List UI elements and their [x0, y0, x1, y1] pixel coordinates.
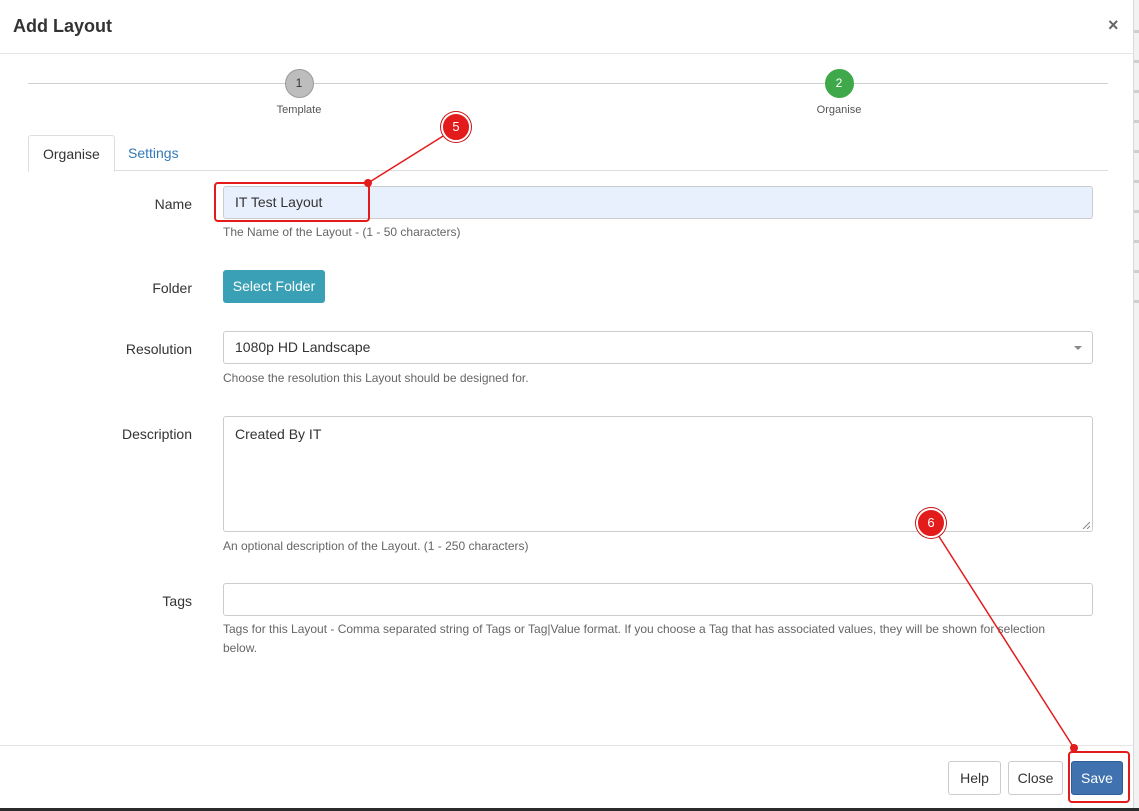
annotation-dot	[1070, 744, 1078, 752]
select-folder-button[interactable]: Select Folder	[223, 270, 325, 303]
divider	[1134, 270, 1139, 273]
divider	[1134, 240, 1139, 243]
chevron-down-icon	[1074, 346, 1082, 350]
step-label: Organise	[816, 104, 862, 116]
dialog-header: Add Layout ×	[0, 0, 1134, 54]
divider	[1134, 30, 1139, 33]
description-value: Created By IT	[235, 426, 322, 442]
divider	[1134, 120, 1139, 123]
step-label: Template	[276, 104, 322, 116]
step-template: 1 Template	[259, 69, 339, 116]
divider	[1134, 180, 1139, 183]
description-label: Description	[121, 426, 192, 442]
resolution-help: Choose the resolution this Layout should…	[223, 371, 529, 385]
resize-grip-icon[interactable]	[1082, 521, 1090, 529]
tags-help-line2: below.	[223, 641, 258, 655]
divider	[1134, 150, 1139, 153]
background-page-edge	[1134, 0, 1139, 811]
step-number: 2	[824, 69, 854, 98]
resolution-select[interactable]: 1080p HD Landscape	[223, 331, 1093, 364]
divider	[1134, 300, 1139, 303]
step-number: 1	[284, 69, 314, 98]
name-help: The Name of the Layout - (1 - 50 charact…	[223, 225, 461, 239]
name-label: Name	[154, 196, 192, 212]
step-organise: 2 Organise	[799, 69, 879, 116]
annotation-badge-6: 6	[916, 508, 946, 538]
resolution-selected-value: 1080p HD Landscape	[235, 339, 371, 355]
annotation-dot	[364, 179, 372, 187]
tags-input[interactable]	[223, 583, 1093, 616]
tags-help-line1: Tags for this Layout - Comma separated s…	[223, 622, 1046, 636]
dialog-title: Add Layout	[13, 16, 112, 36]
divider	[1134, 60, 1139, 63]
resolution-label: Resolution	[125, 341, 192, 357]
description-textarea[interactable]: Created By IT	[223, 416, 1093, 532]
tab-bar: Organise Settings	[28, 135, 1108, 172]
annotation-highlight-save	[1068, 751, 1130, 803]
close-icon[interactable]: ×	[1108, 15, 1119, 36]
tags-label: Tags	[162, 593, 192, 609]
folder-label: Folder	[152, 280, 192, 296]
annotation-badge-5: 5	[441, 112, 471, 142]
description-help: An optional description of the Layout. (…	[223, 539, 529, 553]
tab-organise[interactable]: Organise	[28, 135, 115, 172]
divider	[1134, 210, 1139, 213]
divider	[1134, 90, 1139, 93]
add-layout-dialog: Add Layout × 1 Template 2 Organise Organ…	[0, 0, 1134, 808]
close-button[interactable]: Close	[1008, 761, 1063, 795]
annotation-highlight-name	[214, 182, 370, 222]
help-button[interactable]: Help	[948, 761, 1001, 795]
tab-settings[interactable]: Settings	[114, 135, 193, 171]
stepper-line	[28, 83, 1108, 84]
